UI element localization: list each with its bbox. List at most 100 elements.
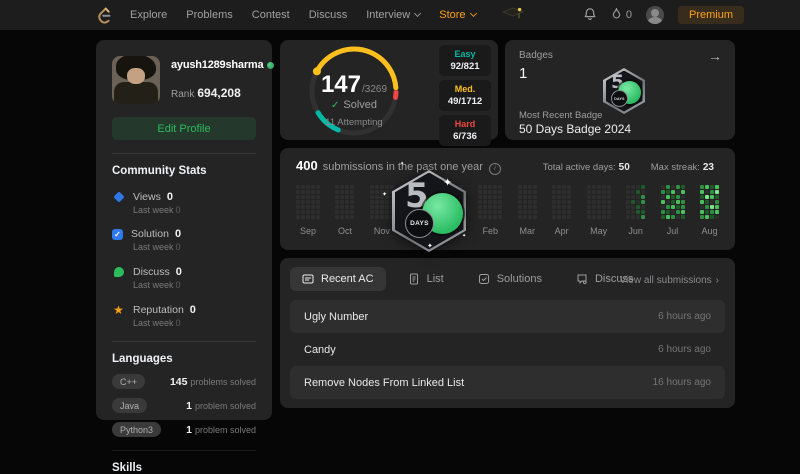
profile-avatar[interactable] <box>112 56 160 104</box>
heatmap-cell <box>296 189 300 194</box>
tab-list[interactable]: List <box>396 267 456 291</box>
nav-link-explore[interactable]: Explore <box>130 9 167 21</box>
heatmap-cell <box>704 214 709 219</box>
heatmap-cell <box>493 194 498 199</box>
heatmap-cell <box>626 204 631 209</box>
heatmap-cell <box>306 209 310 214</box>
heatmap-cell <box>709 209 714 214</box>
stat-value: 0 <box>175 265 182 278</box>
heatmap-cell <box>557 189 562 194</box>
heatmap-month-label: Sep <box>299 225 316 236</box>
heatmap-cell <box>567 184 572 189</box>
heatmap-cell <box>369 184 374 189</box>
heatmap-cell <box>493 204 498 209</box>
bell-icon[interactable] <box>583 7 597 24</box>
heatmap-cell <box>306 189 310 194</box>
chevron-down-icon <box>414 9 422 18</box>
submission-row[interactable]: Ugly Number 6 hours ago <box>290 300 725 333</box>
heatmap-month-grid <box>335 184 355 219</box>
heatmap-cell <box>316 184 320 189</box>
tab-solutions[interactable]: Solutions <box>466 267 554 291</box>
heatmap-cell <box>527 189 532 194</box>
heatmap-cell <box>369 214 374 219</box>
heatmap-cell <box>567 214 572 219</box>
arrow-right-icon[interactable]: → <box>708 48 722 64</box>
heatmap-cell <box>557 199 562 204</box>
nav-link-interview[interactable]: Interview <box>366 9 422 21</box>
nav-link-discuss[interactable]: Discuss <box>309 9 348 21</box>
heatmap-cell <box>517 209 522 214</box>
language-count: 145 problems solved <box>169 375 256 388</box>
submission-row[interactable]: Remove Nodes From Linked List 16 hours ag… <box>290 366 725 399</box>
streak-counter[interactable]: 0 <box>611 7 632 23</box>
badge-days-label: DAYS <box>405 209 434 238</box>
username: ayush1289sharma <box>171 59 275 71</box>
heatmap-cell <box>636 209 641 214</box>
max-streak: Max streak: 23 <box>650 162 714 173</box>
heatmap-cell <box>374 204 379 209</box>
heatmap-cell <box>316 199 320 204</box>
submission-heatmap-card: 400 submissions in the past one year i T… <box>280 148 735 252</box>
discuss-icon <box>112 265 125 278</box>
heatmap-cell <box>596 204 601 209</box>
language-count: 1 problem solved <box>186 399 256 412</box>
heatmap-cell <box>641 204 646 209</box>
heatmap-cell <box>316 214 320 219</box>
heatmap-cell <box>709 189 714 194</box>
heatmap-cell <box>704 209 709 214</box>
heatmap-cell <box>532 194 537 199</box>
tab-recent-ac[interactable]: Recent AC <box>290 267 386 291</box>
heatmap-cell <box>606 214 611 219</box>
heatmap-cell <box>301 189 305 194</box>
heatmap-cell <box>626 214 631 219</box>
heatmap-cell <box>316 189 320 194</box>
heatmap-cell <box>567 204 572 209</box>
edit-profile-button[interactable]: Edit Profile <box>112 117 256 140</box>
heatmap-cell <box>557 204 562 209</box>
heatmap-cell <box>340 204 345 209</box>
heatmap-cell <box>316 194 320 199</box>
submission-time: 16 hours ago <box>652 377 711 388</box>
heatmap-cell <box>345 184 350 189</box>
heatmap-cell <box>660 204 665 209</box>
heatmap-cell <box>374 194 379 199</box>
heatmap-cell <box>379 204 384 209</box>
nav-link-store[interactable]: Store <box>439 9 477 21</box>
stat-last-week: Last week 0 <box>112 280 256 290</box>
heatmap-cell <box>301 184 305 189</box>
nav-link-problems[interactable]: Problems <box>186 9 232 21</box>
info-icon[interactable]: i <box>488 162 501 175</box>
heatmap-cell <box>483 194 488 199</box>
submission-title: Ugly Number <box>304 310 369 323</box>
heatmap-cell <box>601 204 606 209</box>
graduation-cap-icon[interactable] <box>501 6 525 25</box>
nav-link-contest[interactable]: Contest <box>252 9 290 21</box>
heatmap-cell <box>369 199 374 204</box>
submission-row[interactable]: Candy 6 hours ago <box>290 333 725 366</box>
top-navbar: Explore Problems Contest Discuss Interview St… <box>0 0 800 30</box>
heatmap-cell <box>517 199 522 204</box>
premium-button[interactable]: Premium <box>677 6 744 24</box>
heatmap-cell <box>483 184 488 189</box>
heatmap-cell <box>498 184 503 189</box>
heatmap-cell <box>306 199 310 204</box>
50-days-badge[interactable]: 5 DAYS <box>603 68 645 114</box>
heatmap-month: Aug <box>699 184 719 236</box>
heatmap-cell <box>601 184 606 189</box>
sparkle-icon: ✦ <box>443 177 453 189</box>
heatmap-cell <box>311 184 315 189</box>
heatmap-cell <box>483 214 488 219</box>
heatmap-cell <box>384 199 389 204</box>
heatmap-cell <box>350 194 355 199</box>
heatmap-cell <box>552 204 557 209</box>
heatmap-month-label: Nov <box>373 225 390 236</box>
badge-days-label: DAYS <box>611 90 628 107</box>
nav-avatar[interactable] <box>645 6 664 24</box>
heatmap-cell <box>709 184 714 189</box>
view-all-submissions-link[interactable]: View all submissions › <box>620 275 719 286</box>
language-row: Java 1 problem solved <box>112 398 256 413</box>
heatmap-cell <box>660 184 665 189</box>
heatmap-cell <box>369 189 374 194</box>
heatmap-cell <box>301 204 305 209</box>
leetcode-logo-icon[interactable] <box>98 7 112 24</box>
